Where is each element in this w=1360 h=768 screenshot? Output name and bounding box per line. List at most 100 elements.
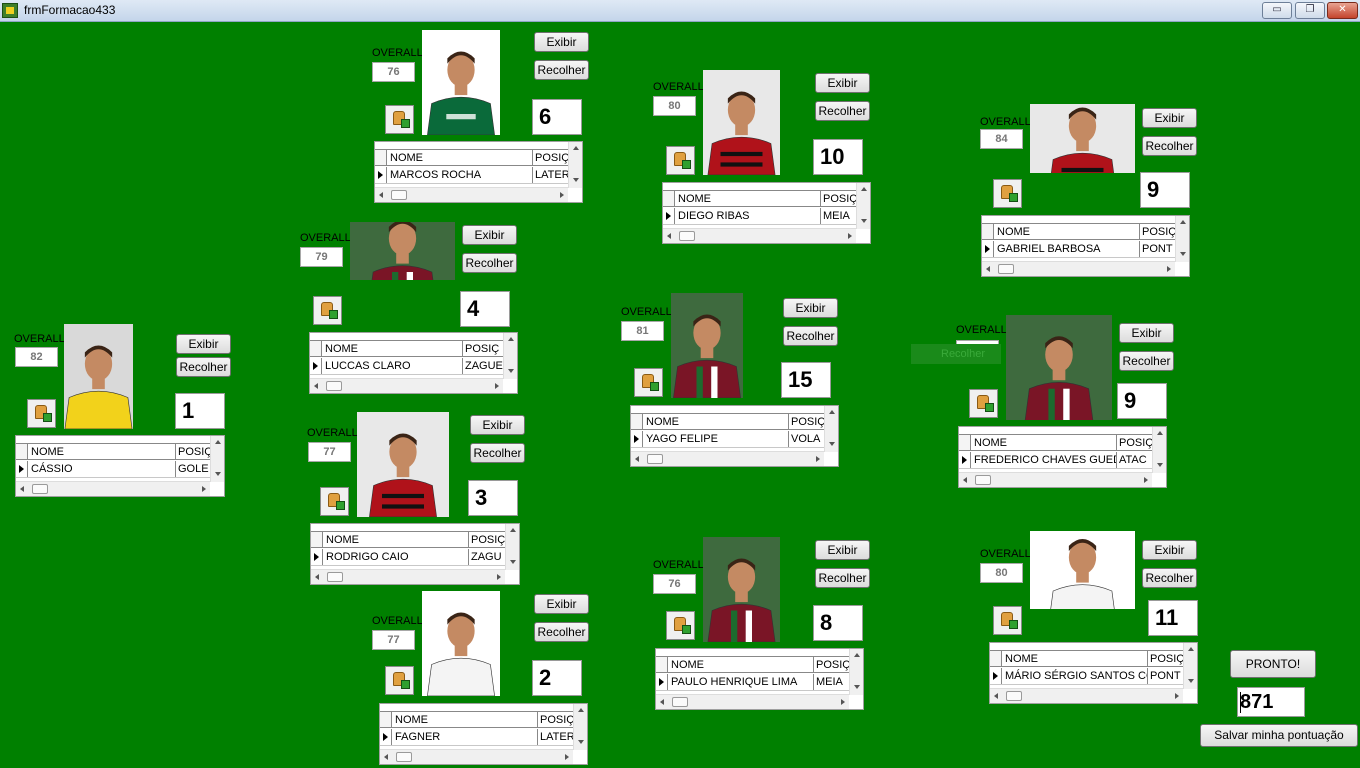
show-button[interactable]: Exibir bbox=[1142, 540, 1197, 560]
player-grid[interactable]: NOME POSIÇ YAGO FELIPE VOLA bbox=[630, 405, 839, 467]
scroll-thumb[interactable] bbox=[975, 475, 991, 485]
scroll-right-icon[interactable] bbox=[560, 192, 564, 198]
swap-player-button[interactable] bbox=[385, 666, 414, 695]
horizontal-scrollbar[interactable] bbox=[656, 694, 849, 709]
scroll-down-icon[interactable] bbox=[861, 219, 867, 223]
scroll-left-icon[interactable] bbox=[986, 266, 990, 272]
header-name[interactable]: NOME bbox=[323, 532, 468, 547]
show-button[interactable]: Exibir bbox=[1142, 108, 1197, 128]
grid-row[interactable]: MÁRIO SÉRGIO SANTOS COS PONT bbox=[990, 668, 1183, 685]
swap-player-button[interactable] bbox=[666, 146, 695, 175]
scroll-left-icon[interactable] bbox=[20, 486, 24, 492]
header-position[interactable]: POSIÇ bbox=[537, 712, 573, 727]
header-position[interactable]: POSIÇ bbox=[788, 414, 824, 429]
vertical-scrollbar[interactable] bbox=[1175, 216, 1189, 262]
header-name[interactable]: NOME bbox=[322, 341, 462, 356]
hide-button[interactable]: Recolher bbox=[815, 101, 870, 121]
scroll-thumb[interactable] bbox=[327, 572, 343, 582]
scroll-up-icon[interactable] bbox=[1180, 220, 1186, 224]
scroll-left-icon[interactable] bbox=[314, 383, 318, 389]
horizontal-scrollbar[interactable] bbox=[375, 187, 568, 202]
header-position[interactable]: POSIÇ bbox=[532, 150, 568, 165]
scroll-down-icon[interactable] bbox=[508, 369, 514, 373]
swap-player-button[interactable] bbox=[666, 611, 695, 640]
swap-player-button[interactable] bbox=[993, 606, 1022, 635]
scroll-thumb[interactable] bbox=[998, 264, 1014, 274]
swap-player-button[interactable] bbox=[634, 368, 663, 397]
player-grid[interactable]: NOME POSIÇ MÁRIO SÉRGIO SANTOS COS PONT bbox=[989, 642, 1198, 704]
swap-player-button[interactable] bbox=[385, 105, 414, 134]
show-button[interactable]: Exibir bbox=[1119, 323, 1174, 343]
scroll-left-icon[interactable] bbox=[994, 693, 998, 699]
ready-button[interactable]: PRONTO! bbox=[1230, 650, 1316, 678]
scroll-down-icon[interactable] bbox=[1188, 679, 1194, 683]
vertical-scrollbar[interactable] bbox=[1152, 427, 1166, 473]
swap-player-button[interactable] bbox=[969, 389, 998, 418]
swap-player-button[interactable] bbox=[27, 399, 56, 428]
scroll-thumb[interactable] bbox=[647, 454, 663, 464]
horizontal-scrollbar[interactable] bbox=[663, 228, 856, 243]
scroll-right-icon[interactable] bbox=[1144, 477, 1148, 483]
swap-player-button[interactable] bbox=[313, 296, 342, 325]
header-name[interactable]: NOME bbox=[387, 150, 532, 165]
hide-button[interactable]: Recolher bbox=[783, 326, 838, 346]
scroll-thumb[interactable] bbox=[1006, 691, 1022, 701]
player-grid[interactable]: NOME POSIÇ MARCOS ROCHA LATER bbox=[374, 141, 583, 203]
horizontal-scrollbar[interactable] bbox=[311, 569, 505, 584]
show-button[interactable]: Exibir bbox=[815, 73, 870, 93]
vertical-scrollbar[interactable] bbox=[573, 704, 587, 750]
player-grid[interactable]: NOME POSIÇ FAGNER LATER bbox=[379, 703, 588, 765]
score-field[interactable]: 871 bbox=[1237, 687, 1305, 717]
scroll-left-icon[interactable] bbox=[660, 699, 664, 705]
header-name[interactable]: NOME bbox=[28, 444, 175, 459]
hide-button[interactable]: Recolher bbox=[534, 622, 589, 642]
grid-row[interactable]: FAGNER LATER bbox=[380, 729, 573, 746]
scroll-down-icon[interactable] bbox=[1157, 463, 1163, 467]
vertical-scrollbar[interactable] bbox=[1183, 643, 1197, 689]
horizontal-scrollbar[interactable] bbox=[982, 261, 1175, 276]
header-position[interactable]: POSIÇ bbox=[813, 657, 849, 672]
horizontal-scrollbar[interactable] bbox=[631, 451, 824, 466]
scroll-up-icon[interactable] bbox=[829, 410, 835, 414]
horizontal-scrollbar[interactable] bbox=[959, 472, 1152, 487]
restore-button[interactable]: ❐ bbox=[1295, 2, 1325, 19]
scroll-up-icon[interactable] bbox=[1157, 431, 1163, 435]
vertical-scrollbar[interactable] bbox=[568, 142, 582, 188]
scroll-up-icon[interactable] bbox=[510, 528, 516, 532]
header-position[interactable]: POSIÇ bbox=[1139, 224, 1175, 239]
grid-row[interactable]: MARCOS ROCHA LATER bbox=[375, 167, 568, 184]
header-position[interactable]: POSIÇ bbox=[1147, 651, 1183, 666]
scroll-right-icon[interactable] bbox=[202, 486, 206, 492]
header-name[interactable]: NOME bbox=[668, 657, 813, 672]
scroll-down-icon[interactable] bbox=[215, 472, 221, 476]
header-name[interactable]: NOME bbox=[675, 191, 820, 206]
grid-row[interactable]: LUCCAS CLARO ZAGUE bbox=[310, 358, 503, 375]
grid-row[interactable]: DIEGO RIBAS MEIA bbox=[663, 208, 856, 225]
scroll-left-icon[interactable] bbox=[635, 456, 639, 462]
scroll-thumb[interactable] bbox=[391, 190, 407, 200]
scroll-up-icon[interactable] bbox=[578, 708, 584, 712]
header-name[interactable]: NOME bbox=[994, 224, 1139, 239]
scroll-right-icon[interactable] bbox=[495, 383, 499, 389]
swap-player-button[interactable] bbox=[320, 487, 349, 516]
player-grid[interactable]: NOME POSIÇ DIEGO RIBAS MEIA bbox=[662, 182, 871, 244]
hide-button[interactable]: Recolher bbox=[1142, 136, 1197, 156]
hide-button[interactable]: Recolher bbox=[1142, 568, 1197, 588]
scroll-right-icon[interactable] bbox=[497, 574, 501, 580]
scroll-up-icon[interactable] bbox=[861, 187, 867, 191]
header-name[interactable]: NOME bbox=[392, 712, 537, 727]
scroll-thumb[interactable] bbox=[396, 752, 412, 762]
hide-button[interactable]: Recolher bbox=[534, 60, 589, 80]
scroll-thumb[interactable] bbox=[672, 697, 688, 707]
scroll-up-icon[interactable] bbox=[508, 337, 514, 341]
horizontal-scrollbar[interactable] bbox=[310, 378, 503, 393]
scroll-left-icon[interactable] bbox=[379, 192, 383, 198]
scroll-up-icon[interactable] bbox=[1188, 647, 1194, 651]
scroll-right-icon[interactable] bbox=[841, 699, 845, 705]
scroll-right-icon[interactable] bbox=[848, 233, 852, 239]
scroll-down-icon[interactable] bbox=[829, 442, 835, 446]
scroll-left-icon[interactable] bbox=[963, 477, 967, 483]
hide-button[interactable]: Recolher bbox=[470, 443, 525, 463]
header-position[interactable]: POSIÇ bbox=[462, 341, 503, 356]
hide-button[interactable]: Recolher bbox=[815, 568, 870, 588]
